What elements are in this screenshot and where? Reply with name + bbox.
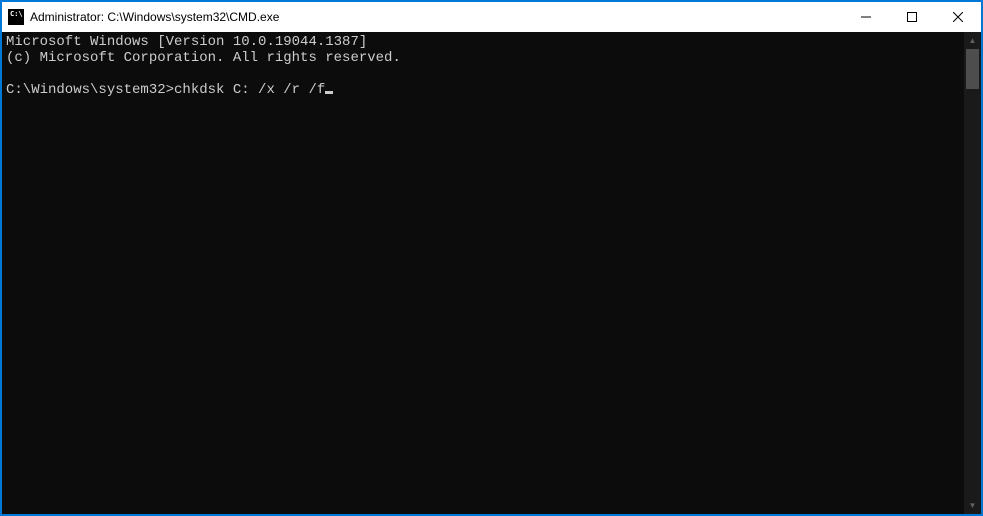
window-controls bbox=[843, 2, 981, 32]
app-icon-label: C:\ bbox=[10, 11, 23, 18]
cmd-window: C:\ Administrator: C:\Windows\system32\C… bbox=[1, 1, 982, 515]
app-icon: C:\ bbox=[8, 9, 24, 25]
cursor bbox=[325, 91, 333, 94]
window-title: Administrator: C:\Windows\system32\CMD.e… bbox=[30, 10, 279, 24]
terminal[interactable]: Microsoft Windows [Version 10.0.19044.13… bbox=[2, 32, 964, 514]
output-line: Microsoft Windows [Version 10.0.19044.13… bbox=[6, 34, 367, 50]
close-icon bbox=[953, 12, 963, 22]
output-line: (c) Microsoft Corporation. All rights re… bbox=[6, 50, 401, 66]
scroll-up-arrow-icon[interactable]: ▲ bbox=[964, 32, 981, 49]
terminal-container: Microsoft Windows [Version 10.0.19044.13… bbox=[2, 32, 981, 514]
scroll-down-arrow-icon[interactable]: ▼ bbox=[964, 497, 981, 514]
minimize-icon bbox=[861, 12, 871, 22]
maximize-button[interactable] bbox=[889, 2, 935, 32]
scrollbar[interactable]: ▲ ▼ bbox=[964, 32, 981, 514]
prompt: C:\Windows\system32> bbox=[6, 82, 174, 98]
scroll-track[interactable] bbox=[964, 49, 981, 497]
scroll-thumb[interactable] bbox=[966, 49, 979, 89]
maximize-icon bbox=[907, 12, 917, 22]
minimize-button[interactable] bbox=[843, 2, 889, 32]
command-input: chkdsk C: /x /r /f bbox=[174, 82, 325, 98]
titlebar[interactable]: C:\ Administrator: C:\Windows\system32\C… bbox=[2, 2, 981, 32]
close-button[interactable] bbox=[935, 2, 981, 32]
